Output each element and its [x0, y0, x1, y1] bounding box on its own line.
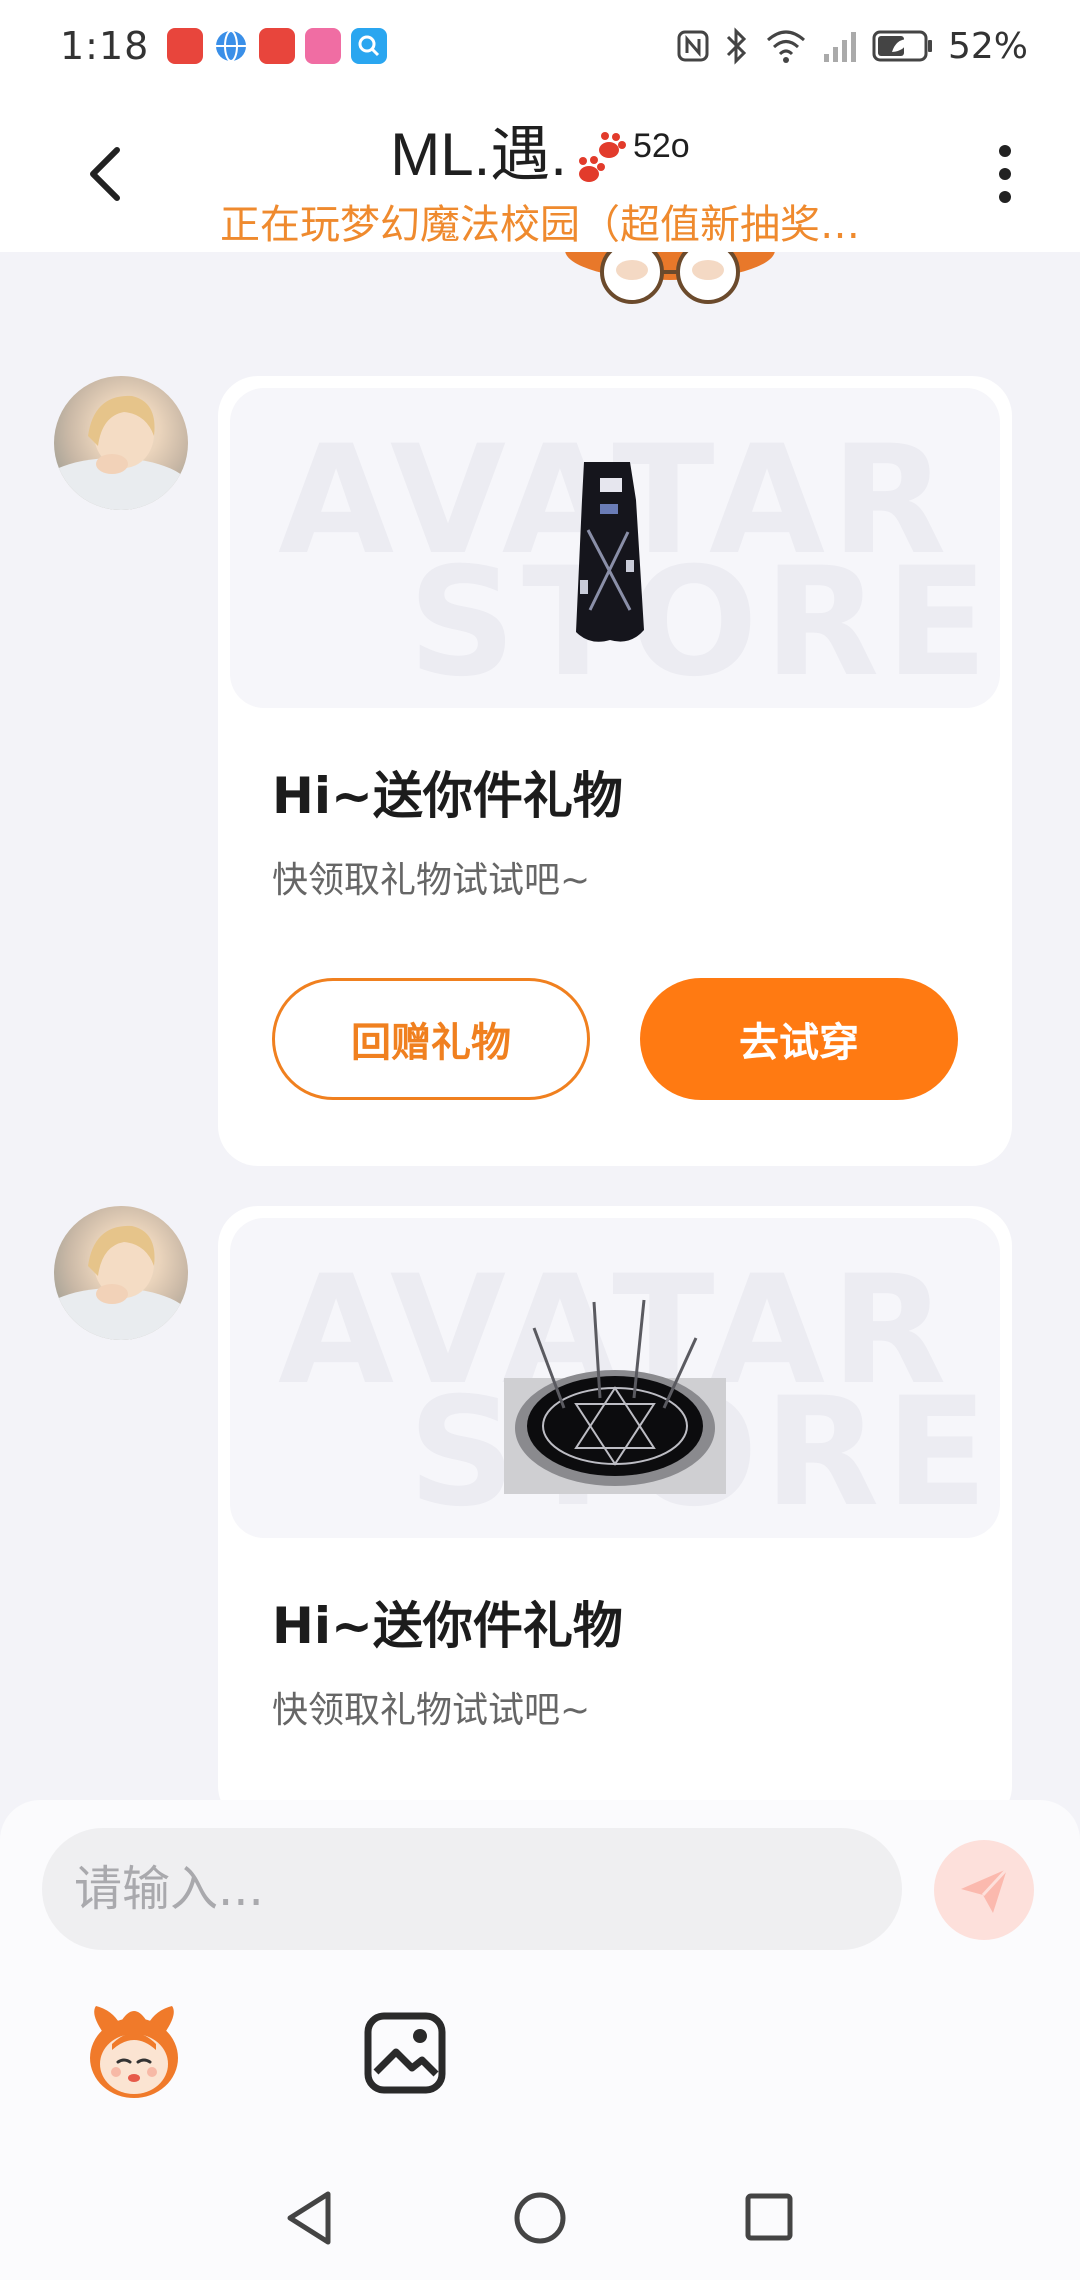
nfc-icon — [677, 30, 709, 62]
system-nav-bar — [0, 2170, 1080, 2280]
wifi-icon — [766, 30, 805, 63]
avatar[interactable] — [54, 376, 188, 510]
title-suffix: 52o — [632, 127, 690, 165]
image-button[interactable] — [362, 2010, 448, 2096]
signal-icon — [823, 32, 856, 62]
input-panel — [0, 1800, 1080, 2170]
chat-subtitle[interactable]: 正在玩梦幻魔法校园（超值新抽奖… — [0, 192, 1080, 250]
status-indicators: 52% — [676, 26, 1028, 67]
gift-image-box: AVATAR STORE — [230, 1218, 1000, 1538]
nav-recent-icon[interactable] — [744, 2192, 794, 2244]
status-bar: 1:18 52% — [0, 0, 1080, 92]
chat-header: ML.遇. 52o 正在玩梦幻魔法校园（超值新抽奖… — [0, 92, 1080, 252]
return-gift-button[interactable]: 回赠礼物 — [272, 978, 590, 1100]
gift-message: AVATAR STORE Hi~送你件礼物 快领取礼物试试吧~ — [0, 1206, 1080, 1800]
gift-image-box: AVATAR STORE — [230, 388, 1000, 708]
paw-icon — [578, 132, 626, 183]
bluetooth-icon — [726, 27, 747, 65]
title-name: ML.遇. — [390, 121, 567, 188]
gift-card: AVATAR STORE Hi~送你件礼物 快领取礼物试试吧~ — [218, 1206, 1012, 1800]
page-title: ML.遇. 52o — [0, 106, 1080, 193]
bilibili-icon — [305, 28, 342, 64]
battery-icon — [872, 30, 932, 62]
huawei-appgallery-icon — [167, 28, 204, 64]
send-icon — [961, 1867, 1009, 1913]
huawei-store-icon — [259, 28, 296, 64]
nav-back-icon[interactable] — [282, 2188, 338, 2248]
sticker-image — [565, 252, 775, 304]
gift-description: 快领取礼物试试吧~ — [272, 1690, 591, 1731]
image-icon — [364, 2012, 446, 2094]
gift-title: Hi~送你件礼物 — [272, 1597, 623, 1655]
gift-message: AVATAR STORE Hi~送你件礼物 快领取礼物试试吧~ 回赠礼物 去试穿 — [0, 376, 1080, 1166]
avatar[interactable] — [54, 1206, 188, 1340]
try-on-button[interactable]: 去试穿 — [640, 978, 958, 1100]
more-vertical-icon — [999, 145, 1011, 203]
browser-icon — [213, 28, 250, 64]
notification-icons — [167, 28, 388, 64]
gift-card: AVATAR STORE Hi~送你件礼物 快领取礼物试试吧~ 回赠礼物 去试穿 — [218, 376, 1012, 1166]
more-button[interactable] — [980, 134, 1030, 214]
search-app-icon — [351, 28, 388, 64]
sticker-face-icon — [90, 2006, 178, 2098]
chat-area[interactable]: AVATAR STORE Hi~送你件礼物 快领取礼物试试吧~ 回赠礼物 去试穿 — [0, 252, 1080, 1800]
status-time: 1:18 — [60, 24, 150, 68]
watermark-store: STORE — [408, 536, 994, 708]
emoji-button[interactable] — [82, 2000, 186, 2104]
gift-magic-circle-image — [504, 1299, 726, 1494]
nav-home-icon[interactable] — [512, 2188, 568, 2248]
send-button[interactable] — [934, 1840, 1034, 1940]
gift-outfit-image — [576, 462, 644, 642]
gift-description: 快领取礼物试试吧~ — [272, 860, 591, 901]
message-input[interactable] — [42, 1828, 902, 1950]
battery-percentage: 52% — [947, 25, 1028, 67]
gift-title: Hi~送你件礼物 — [272, 767, 623, 825]
